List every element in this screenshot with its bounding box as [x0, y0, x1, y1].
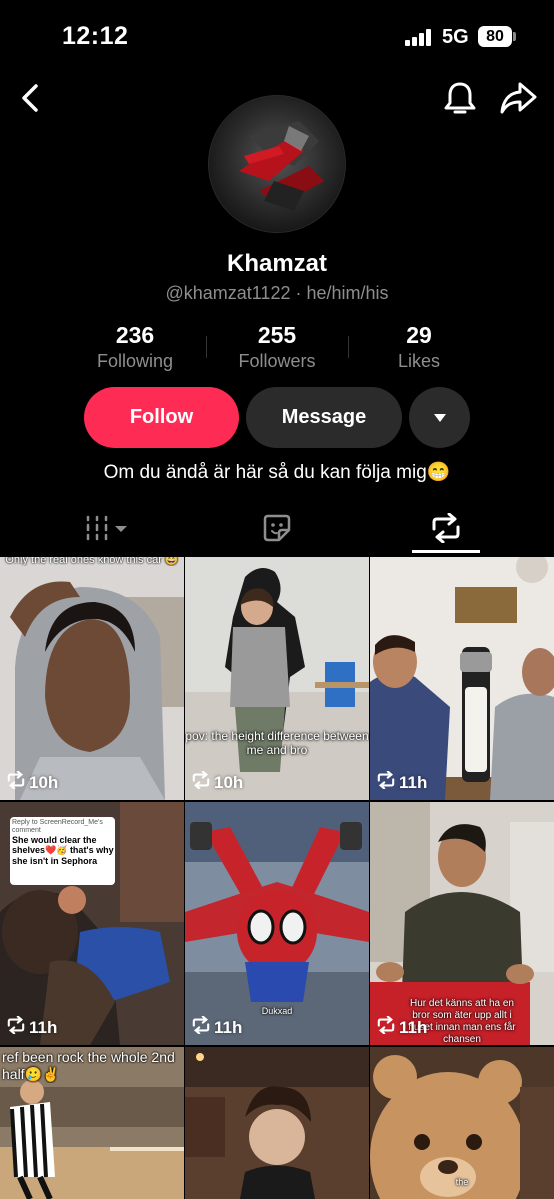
- reply-text: She would clear the shelves❤️🥳 that's wh…: [12, 835, 114, 866]
- caret-down-icon: [433, 406, 447, 429]
- content-tabs: [0, 505, 554, 555]
- videos-grid-icon: [83, 514, 131, 547]
- repost-icon: [191, 770, 211, 794]
- video-views: 11h: [376, 770, 428, 794]
- video-time: 11h: [399, 1017, 428, 1037]
- stat-label: Likes: [397, 351, 441, 371]
- stat-following[interactable]: 236 Following: [65, 322, 205, 372]
- video-thumbnail[interactable]: Reply to ScreenRecord_Me's comment She w…: [0, 802, 184, 1045]
- back-arrow-icon[interactable]: [14, 80, 48, 116]
- video-thumbnail[interactable]: 11h: [370, 557, 554, 800]
- sticker-face-icon: [262, 513, 292, 548]
- video-thumbnail[interactable]: Hur det känns att ha en bror som äter up…: [370, 802, 554, 1045]
- video-views: 10h: [191, 770, 244, 794]
- status-time: 12:12: [62, 22, 129, 50]
- status-bar: 12:12 5G 80: [0, 0, 554, 70]
- video-top-text: Only the real ones know this car 😄: [5, 557, 179, 566]
- video-top-text: ref been rock the whole 2nd half🥲✌️: [2, 1049, 175, 1082]
- video-time: 10h: [29, 772, 59, 792]
- video-caption: pov: the height difference between me an…: [185, 729, 369, 758]
- reply-comment-bubble: Reply to ScreenRecord_Me's comment She w…: [12, 819, 114, 866]
- video-time: 11h: [214, 1017, 243, 1037]
- network-type: 5G: [442, 26, 469, 48]
- battery-nub: [513, 32, 516, 41]
- profile-stats: 236 Following 255 Followers 29 Likes: [60, 322, 490, 374]
- stat-value: 29: [406, 322, 432, 348]
- video-thumbnail[interactable]: Only the real ones know this car 😄 10h: [0, 557, 184, 800]
- stat-label: Followers: [238, 351, 316, 371]
- profile-name: Khamzat: [226, 250, 328, 277]
- battery-icon: 80: [478, 26, 512, 47]
- bell-icon[interactable]: [440, 78, 480, 118]
- repost-icon: [430, 512, 462, 548]
- handle-row: @khamzat1122 · he/him/his: [0, 283, 554, 304]
- video-views: 11h: [191, 1015, 243, 1039]
- video-views: 11h: [6, 1015, 58, 1039]
- video-thumbnail[interactable]: Dukxad 11h: [185, 802, 369, 1045]
- cellular-signal-icon: [405, 29, 433, 46]
- profile-bio: Om du ändå är här så du kan följa mig😁: [103, 462, 451, 483]
- video-caption: the: [455, 1177, 469, 1187]
- active-tab-indicator: [412, 550, 480, 553]
- tab-reposts[interactable]: [412, 505, 480, 555]
- stat-label: Following: [96, 351, 174, 371]
- video-thumbnail[interactable]: ref been rock the whole 2nd half🥲✌️: [0, 1047, 184, 1199]
- profile-pronouns: he/him/his: [306, 283, 389, 303]
- more-options-button[interactable]: [409, 387, 470, 448]
- share-arrow-icon[interactable]: [497, 78, 539, 118]
- message-button[interactable]: Message: [246, 387, 402, 448]
- video-views: 10h: [6, 770, 59, 794]
- tab-liked[interactable]: [242, 505, 312, 555]
- video-time: 10h: [214, 772, 244, 792]
- tab-videos[interactable]: [72, 505, 142, 555]
- handle-separator: ·: [295, 283, 302, 303]
- stat-followers[interactable]: 255 Followers: [207, 322, 347, 372]
- repost-icon: [6, 770, 26, 794]
- video-time: 11h: [399, 772, 428, 792]
- repost-icon: [6, 1015, 26, 1039]
- video-thumbnail[interactable]: pov: the height difference between me an…: [185, 557, 369, 800]
- video-thumbnail[interactable]: [185, 1047, 369, 1199]
- reply-title: Reply to ScreenRecord_Me's comment: [12, 819, 103, 835]
- stat-value: 255: [257, 322, 297, 348]
- stat-likes[interactable]: 29 Likes: [349, 322, 489, 372]
- video-thumbnail[interactable]: the: [370, 1047, 554, 1199]
- video-grid: Only the real ones know this car 😄 10h p…: [0, 557, 554, 1199]
- video-time: 11h: [29, 1017, 58, 1037]
- profile-handle: @khamzat1122: [165, 283, 291, 303]
- video-views: 11h: [376, 1015, 428, 1039]
- repost-icon: [191, 1015, 211, 1039]
- stat-value: 236: [115, 322, 155, 348]
- follow-button[interactable]: Follow: [84, 387, 239, 448]
- repost-icon: [376, 1015, 396, 1039]
- repost-icon: [376, 770, 396, 794]
- avatar[interactable]: [208, 95, 346, 233]
